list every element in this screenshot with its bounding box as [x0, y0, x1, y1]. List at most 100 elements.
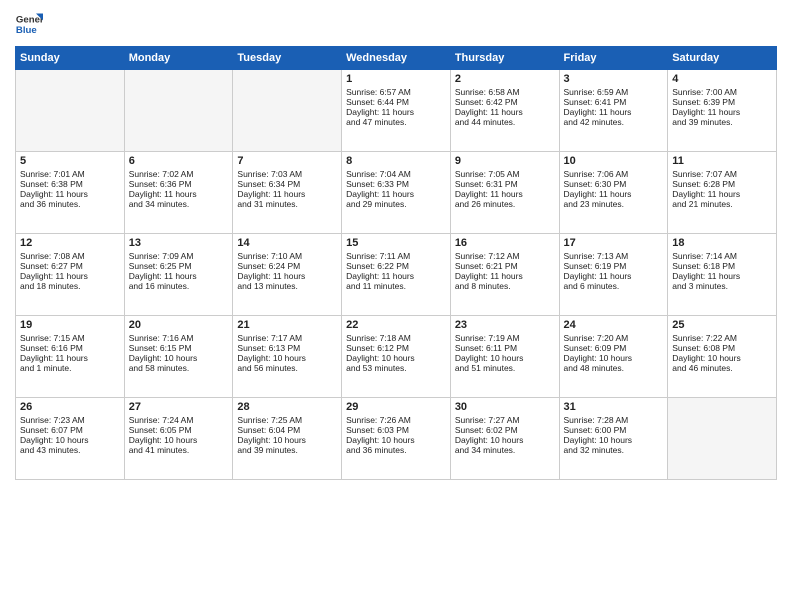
day-number: 25 — [672, 319, 772, 331]
calendar-day-cell: 6Sunrise: 7:02 AMSunset: 6:36 PMDaylight… — [124, 152, 233, 234]
day-info-line: Sunset: 6:03 PM — [346, 425, 446, 435]
day-number: 8 — [346, 155, 446, 167]
day-info-line: Sunset: 6:34 PM — [237, 179, 337, 189]
day-info-line: Daylight: 10 hours — [346, 353, 446, 363]
day-info-line: Daylight: 11 hours — [346, 189, 446, 199]
day-info-line: Sunset: 6:31 PM — [455, 179, 555, 189]
day-number: 13 — [129, 237, 229, 249]
day-info-line: Daylight: 10 hours — [564, 353, 664, 363]
day-info-line: Daylight: 10 hours — [346, 435, 446, 445]
day-info-line: Sunset: 6:36 PM — [129, 179, 229, 189]
day-info-line: and 13 minutes. — [237, 281, 337, 291]
day-info-line: Sunrise: 7:18 AM — [346, 333, 446, 343]
calendar-day-cell: 21Sunrise: 7:17 AMSunset: 6:13 PMDayligh… — [233, 316, 342, 398]
day-info-line: Sunrise: 7:02 AM — [129, 169, 229, 179]
day-info-line: Sunrise: 6:57 AM — [346, 87, 446, 97]
day-info-line: Sunrise: 6:58 AM — [455, 87, 555, 97]
day-number: 23 — [455, 319, 555, 331]
day-info-line: Sunrise: 7:25 AM — [237, 415, 337, 425]
calendar-day-cell: 17Sunrise: 7:13 AMSunset: 6:19 PMDayligh… — [559, 234, 668, 316]
day-number: 14 — [237, 237, 337, 249]
day-info-line: Sunset: 6:30 PM — [564, 179, 664, 189]
day-info-line: Sunset: 6:19 PM — [564, 261, 664, 271]
day-info-line: Sunset: 6:11 PM — [455, 343, 555, 353]
day-info-line: and 8 minutes. — [455, 281, 555, 291]
day-info-line: Sunrise: 6:59 AM — [564, 87, 664, 97]
day-number: 29 — [346, 401, 446, 413]
day-info-line: Daylight: 11 hours — [346, 271, 446, 281]
calendar-day-cell: 31Sunrise: 7:28 AMSunset: 6:00 PMDayligh… — [559, 398, 668, 480]
day-info-line: and 39 minutes. — [672, 117, 772, 127]
day-info-line: Daylight: 11 hours — [20, 353, 120, 363]
calendar-header-cell: Friday — [559, 47, 668, 70]
day-number: 7 — [237, 155, 337, 167]
calendar-week-row: 19Sunrise: 7:15 AMSunset: 6:16 PMDayligh… — [16, 316, 777, 398]
day-info-line: Daylight: 11 hours — [564, 189, 664, 199]
calendar-table: SundayMondayTuesdayWednesdayThursdayFrid… — [15, 46, 777, 480]
day-number: 24 — [564, 319, 664, 331]
day-info-line: Daylight: 10 hours — [237, 435, 337, 445]
day-info-line: Sunrise: 7:01 AM — [20, 169, 120, 179]
day-info-line: Sunset: 6:24 PM — [237, 261, 337, 271]
day-info-line: Daylight: 10 hours — [455, 435, 555, 445]
calendar-day-cell: 9Sunrise: 7:05 AMSunset: 6:31 PMDaylight… — [450, 152, 559, 234]
day-info-line: Daylight: 10 hours — [564, 435, 664, 445]
calendar-day-cell: 5Sunrise: 7:01 AMSunset: 6:38 PMDaylight… — [16, 152, 125, 234]
day-info-line: and 18 minutes. — [20, 281, 120, 291]
calendar-day-cell: 14Sunrise: 7:10 AMSunset: 6:24 PMDayligh… — [233, 234, 342, 316]
day-info-line: Sunset: 6:28 PM — [672, 179, 772, 189]
day-info-line: Sunrise: 7:04 AM — [346, 169, 446, 179]
day-info-line: Sunrise: 7:20 AM — [564, 333, 664, 343]
day-info-line: Sunset: 6:07 PM — [20, 425, 120, 435]
day-number: 6 — [129, 155, 229, 167]
day-number: 20 — [129, 319, 229, 331]
day-number: 16 — [455, 237, 555, 249]
day-info-line: and 3 minutes. — [672, 281, 772, 291]
day-info-line: Daylight: 11 hours — [455, 189, 555, 199]
logo-icon: General Blue — [15, 10, 43, 38]
day-info-line: Sunset: 6:09 PM — [564, 343, 664, 353]
calendar-day-cell — [668, 398, 777, 480]
day-info-line: Sunset: 6:25 PM — [129, 261, 229, 271]
day-number: 28 — [237, 401, 337, 413]
day-number: 4 — [672, 73, 772, 85]
day-info-line: Sunset: 6:08 PM — [672, 343, 772, 353]
day-info-line: and 43 minutes. — [20, 445, 120, 455]
day-info-line: and 11 minutes. — [346, 281, 446, 291]
calendar-header-cell: Tuesday — [233, 47, 342, 70]
day-number: 9 — [455, 155, 555, 167]
day-info-line: Sunrise: 7:00 AM — [672, 87, 772, 97]
day-info-line: and 16 minutes. — [129, 281, 229, 291]
day-info-line: Sunrise: 7:08 AM — [20, 251, 120, 261]
day-info-line: Sunrise: 7:06 AM — [564, 169, 664, 179]
day-info-line: and 41 minutes. — [129, 445, 229, 455]
day-info-line: Daylight: 10 hours — [20, 435, 120, 445]
day-info-line: Sunset: 6:42 PM — [455, 97, 555, 107]
page-container: General Blue SundayMondayTuesdayWednesda… — [0, 0, 792, 612]
day-info-line: Daylight: 11 hours — [455, 271, 555, 281]
calendar-day-cell: 19Sunrise: 7:15 AMSunset: 6:16 PMDayligh… — [16, 316, 125, 398]
day-info-line: Sunrise: 7:03 AM — [237, 169, 337, 179]
day-info-line: Sunrise: 7:14 AM — [672, 251, 772, 261]
calendar-day-cell: 28Sunrise: 7:25 AMSunset: 6:04 PMDayligh… — [233, 398, 342, 480]
calendar-header-cell: Sunday — [16, 47, 125, 70]
day-info-line: Sunset: 6:33 PM — [346, 179, 446, 189]
day-info-line: and 21 minutes. — [672, 199, 772, 209]
calendar-day-cell: 18Sunrise: 7:14 AMSunset: 6:18 PMDayligh… — [668, 234, 777, 316]
day-info-line: Sunrise: 7:24 AM — [129, 415, 229, 425]
calendar-day-cell: 16Sunrise: 7:12 AMSunset: 6:21 PMDayligh… — [450, 234, 559, 316]
day-info-line: and 53 minutes. — [346, 363, 446, 373]
day-number: 31 — [564, 401, 664, 413]
day-info-line: Sunset: 6:38 PM — [20, 179, 120, 189]
day-info-line: Sunset: 6:18 PM — [672, 261, 772, 271]
calendar-day-cell — [16, 70, 125, 152]
calendar-day-cell: 2Sunrise: 6:58 AMSunset: 6:42 PMDaylight… — [450, 70, 559, 152]
day-info-line: Sunset: 6:00 PM — [564, 425, 664, 435]
day-info-line: and 36 minutes. — [20, 199, 120, 209]
day-info-line: Daylight: 11 hours — [672, 107, 772, 117]
day-info-line: Daylight: 10 hours — [672, 353, 772, 363]
calendar-day-cell: 1Sunrise: 6:57 AMSunset: 6:44 PMDaylight… — [342, 70, 451, 152]
day-info-line: Daylight: 11 hours — [455, 107, 555, 117]
calendar-day-cell: 27Sunrise: 7:24 AMSunset: 6:05 PMDayligh… — [124, 398, 233, 480]
day-number: 10 — [564, 155, 664, 167]
